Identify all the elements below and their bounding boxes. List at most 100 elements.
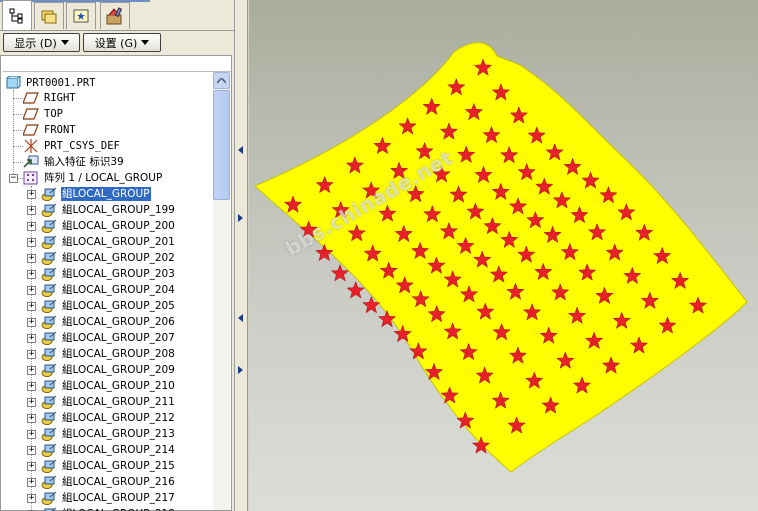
tree-item-group[interactable]: 組LOCAL_GROUP_214 [41,442,176,458]
tree-item-label: 組LOCAL_GROUP_200 [62,220,175,232]
expand-toggle[interactable]: + [27,270,36,279]
group-icon [41,203,57,217]
expand-toggle[interactable]: + [27,254,36,263]
expand-toggle[interactable]: + [27,238,36,247]
model-view[interactable] [249,0,758,511]
tree-item-label: 組LOCAL_GROUP_217 [62,492,175,504]
group-icon [41,187,57,201]
tree-item-group[interactable]: 組LOCAL_GROUP_204 [41,282,176,298]
chevron-up-icon [217,77,226,84]
tree-item-group[interactable]: 組LOCAL_GROUP_201 [41,234,176,250]
graphics-window[interactable]: bbs.chinade.net [249,0,758,511]
tree-item-pattern[interactable]: 阵列 1 / LOCAL_GROUP [23,170,163,186]
tree-item-group[interactable]: 組LOCAL_GROUP_217 [41,490,176,506]
tree-item-group[interactable]: 組LOCAL_GROUP_203 [41,266,176,282]
tree-item-group[interactable]: 組LOCAL_GROUP_209 [41,362,176,378]
group-icon [41,283,57,297]
tree-item-label: 組LOCAL_GROUP_201 [62,236,175,248]
tree-item-group[interactable]: 組LOCAL_GROUP_202 [41,250,176,266]
collapse-left-icon[interactable] [238,314,243,322]
expand-toggle[interactable]: + [27,414,36,423]
group-icon [41,299,57,313]
tree-item-csys[interactable]: PRT_CSYS_DEF [23,138,121,154]
model-tree-icon [9,8,23,23]
tools-icon [106,7,123,25]
favorites-tab[interactable] [66,2,96,29]
expand-toggle[interactable]: + [27,462,36,471]
tree-item-group[interactable]: 組LOCAL_GROUP_216 [41,474,176,490]
tree-item-label: 組LOCAL_GROUP_204 [62,284,175,296]
group-icon [41,427,57,441]
expand-toggle[interactable]: + [27,398,36,407]
tree-item-label: FRONT [44,124,76,136]
tree-item-group[interactable]: 組LOCAL_GROUP_208 [41,346,176,362]
expand-toggle[interactable]: + [27,222,36,231]
group-icon [41,267,57,281]
tree-scrollbar[interactable] [213,72,230,510]
expand-toggle[interactable]: + [27,334,36,343]
expand-toggle[interactable]: + [27,430,36,439]
collapse-left-icon[interactable] [238,146,243,154]
panel-splitter[interactable] [234,0,248,511]
tree-item-right[interactable]: RIGHT [23,90,77,106]
expand-toggle[interactable]: + [27,382,36,391]
tree-item-label: 組LOCAL_GROUP_216 [62,476,175,488]
datum-plane-icon [23,108,39,120]
tree-item-import-feature[interactable]: 输入特征 标识39 [23,154,125,170]
tree-item-top[interactable]: TOP [23,106,64,122]
tree-item-group[interactable]: 組LOCAL_GROUP_212 [41,410,176,426]
collapse-toggle[interactable]: − [9,174,18,183]
folder-browser-tab[interactable] [34,2,64,29]
tree-item-group[interactable]: 組LOCAL_GROUP_210 [41,378,176,394]
import-feature-icon [23,155,39,168]
expand-toggle[interactable]: + [27,366,36,375]
expand-toggle[interactable]: + [27,190,36,199]
group-icon [41,235,57,249]
tree-item-group[interactable]: 組LOCAL_GROUP_206 [41,314,176,330]
expand-toggle[interactable]: + [27,206,36,215]
group-icon [41,363,57,377]
scroll-up-button[interactable] [213,72,230,89]
tree-item-label: 組LOCAL_GROUP_211 [62,396,175,408]
expand-toggle[interactable]: + [27,350,36,359]
settings-menu-button[interactable]: 设置 (G) [83,33,161,52]
display-menu-button[interactable]: 显示 (D) [3,33,80,52]
tree-item-label: 組LOCAL_GROUP_207 [62,332,175,344]
tree-item-group[interactable]: 組LOCAL_GROUP_213 [41,426,176,442]
tree-item-group[interactable]: 組LOCAL_GROUP_211 [41,394,176,410]
model-tree-tab[interactable] [2,0,32,30]
group-icon [41,475,57,489]
tree-item-group[interactable]: 組LOCAL_GROUP_218 [41,506,176,511]
tree-item-label: 输入特征 标识39 [44,156,124,168]
tree-item-label: 組LOCAL_GROUP_202 [62,252,175,264]
tree-item-group[interactable]: 組LOCAL_GROUP_205 [41,298,176,314]
expand-right-icon[interactable] [238,214,243,222]
tree-header-strip [3,58,231,72]
connections-tab[interactable] [100,2,130,29]
tree-item-group[interactable]: 組LOCAL_GROUP_199 [41,202,176,218]
tree-item-label: PRT_CSYS_DEF [44,140,120,152]
expand-toggle[interactable]: + [27,446,36,455]
tree-item-group[interactable]: 組LOCAL_GROUP [41,186,151,202]
group-icon [41,491,57,505]
tree-root[interactable]: PRT0001.PRT [5,75,97,91]
expand-right-icon[interactable] [238,366,243,374]
tree-connector [13,90,14,182]
tree-item-front[interactable]: FRONT [23,122,77,138]
tree-item-label: 組LOCAL_GROUP_206 [62,316,175,328]
tree-item-label: 組LOCAL_GROUP [61,187,151,201]
tree-toolbar: 显示 (D) 设置 (G) [0,30,234,54]
expand-toggle[interactable]: + [27,302,36,311]
scroll-thumb[interactable] [213,90,230,200]
expand-toggle[interactable]: + [27,286,36,295]
tree-item-label: 組LOCAL_GROUP_203 [62,268,175,280]
expand-toggle[interactable]: + [27,318,36,327]
datum-plane-icon [23,124,39,136]
tree-item-group[interactable]: 組LOCAL_GROUP_207 [41,330,176,346]
tree-item-group[interactable]: 組LOCAL_GROUP_200 [41,218,176,234]
expand-toggle[interactable]: + [27,494,36,503]
group-icon [41,219,57,233]
tree-item-group[interactable]: 組LOCAL_GROUP_215 [41,458,176,474]
expand-toggle[interactable]: + [27,478,36,487]
tree-item-label: RIGHT [44,92,76,104]
